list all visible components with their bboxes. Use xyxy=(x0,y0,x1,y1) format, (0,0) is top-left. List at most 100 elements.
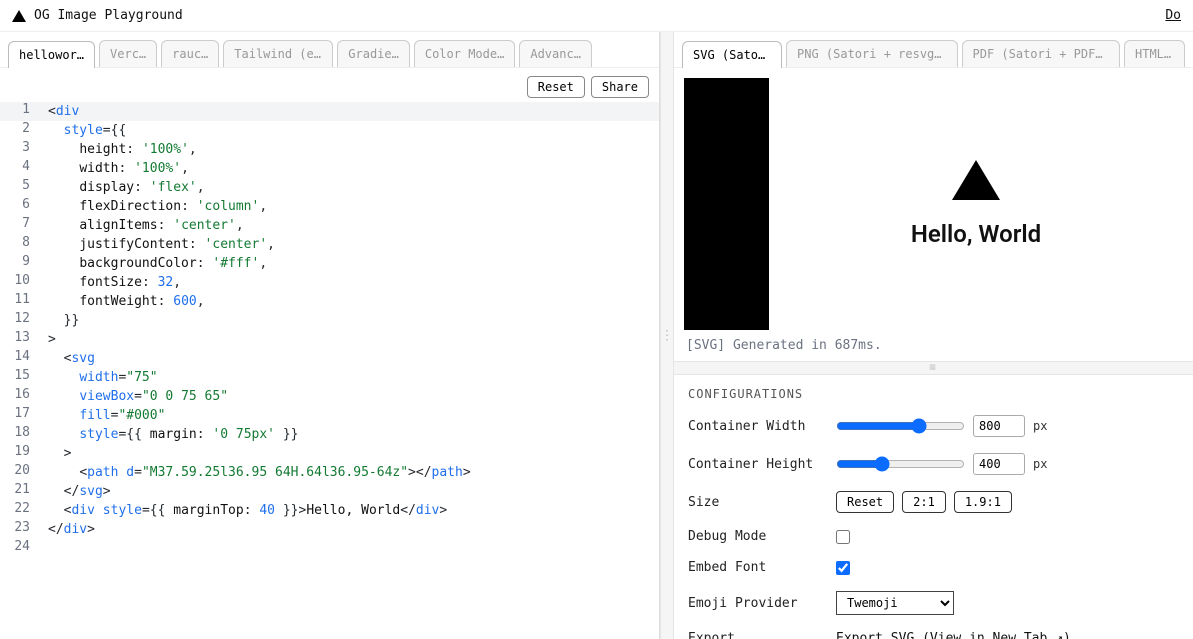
code-line[interactable]: 23</div> xyxy=(0,520,659,539)
container-width-slider[interactable] xyxy=(836,418,965,434)
code-line[interactable]: 22 <div style={{ marginTop: 40 }}>Hello,… xyxy=(0,501,659,520)
docs-link[interactable]: Do xyxy=(1165,8,1181,23)
code-content[interactable]: }} xyxy=(48,311,659,330)
embed-font-checkbox[interactable] xyxy=(836,561,850,575)
debug-mode-checkbox[interactable] xyxy=(836,530,850,544)
code-content[interactable]: backgroundColor: '#fff', xyxy=(48,254,659,273)
left-tab-1[interactable]: Verc… xyxy=(99,40,157,67)
width-unit: px xyxy=(1033,419,1047,433)
size-2-1-button[interactable]: 2:1 xyxy=(902,491,946,513)
preview-text: Hello, World xyxy=(911,220,1041,248)
line-number: 12 xyxy=(0,311,48,326)
preview-canvas: Hello, World xyxy=(769,78,1183,330)
code-line[interactable]: 12 }} xyxy=(0,311,659,330)
right-tab-3[interactable]: HTML ( xyxy=(1124,40,1185,67)
emoji-provider-select[interactable]: Twemoji xyxy=(836,591,954,615)
code-line[interactable]: 17 fill="#000" xyxy=(0,406,659,425)
code-line[interactable]: 19 > xyxy=(0,444,659,463)
line-number: 15 xyxy=(0,368,48,383)
left-tab-0[interactable]: hellowor… xyxy=(8,41,95,68)
code-content[interactable]: <path d="M37.59.25l36.95 64H.64l36.95-64… xyxy=(48,463,659,482)
left-tab-4[interactable]: Gradie… xyxy=(337,40,410,67)
left-tab-3[interactable]: Tailwind (experiment… xyxy=(223,40,333,67)
code-content[interactable]: alignItems: 'center', xyxy=(48,216,659,235)
code-content[interactable]: > xyxy=(48,330,659,349)
code-line[interactable]: 18 style={{ margin: '0 75px' }} xyxy=(0,425,659,444)
code-line[interactable]: 14 <svg xyxy=(0,349,659,368)
code-content[interactable]: justifyContent: 'center', xyxy=(48,235,659,254)
share-button[interactable]: Share xyxy=(591,76,649,98)
left-tab-6[interactable]: Advanc… xyxy=(519,40,592,67)
line-number: 13 xyxy=(0,330,48,345)
code-content[interactable]: height: '100%', xyxy=(48,140,659,159)
code-content[interactable]: fontSize: 32, xyxy=(48,273,659,292)
size-reset-button[interactable]: Reset xyxy=(836,491,894,513)
code-content[interactable]: fontWeight: 600, xyxy=(48,292,659,311)
code-line[interactable]: 24 xyxy=(0,539,659,558)
triangle-logo-icon xyxy=(12,10,26,22)
right-tab-0[interactable]: SVG (Satori) xyxy=(682,41,782,68)
right-tabs: SVG (Satori)PNG (Satori + resvg-js)PDF (… xyxy=(674,32,1193,68)
code-content[interactable]: style={{ margin: '0 75px' }} xyxy=(48,425,659,444)
line-number: 1 xyxy=(0,102,48,117)
code-line[interactable]: 5 display: 'flex', xyxy=(0,178,659,197)
code-content[interactable]: <svg xyxy=(48,349,659,368)
size-1-9-1-button[interactable]: 1.9:1 xyxy=(954,491,1012,513)
code-line[interactable]: 10 fontSize: 32, xyxy=(0,273,659,292)
preview-area: Hello, World xyxy=(684,78,1183,330)
preview-overflow-mask xyxy=(684,78,769,330)
code-content[interactable]: <div style={{ marginTop: 40 }}>Hello, Wo… xyxy=(48,501,659,520)
code-content[interactable]: viewBox="0 0 75 65" xyxy=(48,387,659,406)
left-panel: hellowor…Verc…rauc…Tailwind (experiment…… xyxy=(0,32,660,639)
horizontal-resize-handle[interactable] xyxy=(660,32,674,639)
container-width-input[interactable] xyxy=(973,415,1025,437)
vertical-resize-handle[interactable] xyxy=(674,361,1193,375)
left-tab-5[interactable]: Color Mode… xyxy=(414,40,515,67)
line-number: 22 xyxy=(0,501,48,516)
code-content[interactable]: <div xyxy=(48,102,659,121)
code-line[interactable]: 4 width: '100%', xyxy=(0,159,659,178)
code-line[interactable]: 20 <path d="M37.59.25l36.95 64H.64l36.95… xyxy=(0,463,659,482)
code-content[interactable]: flexDirection: 'column', xyxy=(48,197,659,216)
code-content[interactable]: style={{ xyxy=(48,121,659,140)
code-editor[interactable]: 1<div2 style={{3 height: '100%',4 width:… xyxy=(0,102,659,639)
line-number: 2 xyxy=(0,121,48,136)
size-label: Size xyxy=(688,495,828,510)
code-content[interactable]: </div> xyxy=(48,520,659,539)
code-content[interactable]: </svg> xyxy=(48,482,659,501)
code-line[interactable]: 9 backgroundColor: '#fff', xyxy=(0,254,659,273)
container-height-input[interactable] xyxy=(973,453,1025,475)
render-status: [SVG] Generated in 687ms. xyxy=(674,330,1193,361)
code-line[interactable]: 8 justifyContent: 'center', xyxy=(0,235,659,254)
app-title: OG Image Playground xyxy=(34,8,183,23)
code-content[interactable]: display: 'flex', xyxy=(48,178,659,197)
code-content[interactable]: width: '100%', xyxy=(48,159,659,178)
debug-mode-label: Debug Mode xyxy=(688,529,828,544)
code-line[interactable]: 1<div xyxy=(0,102,659,121)
code-content[interactable]: fill="#000" xyxy=(48,406,659,425)
line-number: 5 xyxy=(0,178,48,193)
export-svg-link[interactable]: Export SVG (View in New Tab ↗) xyxy=(836,631,1071,639)
code-line[interactable]: 15 width="75" xyxy=(0,368,659,387)
container-height-slider[interactable] xyxy=(836,456,965,472)
left-tab-2[interactable]: rauc… xyxy=(161,40,219,67)
code-line[interactable]: 3 height: '100%', xyxy=(0,140,659,159)
code-line[interactable]: 11 fontWeight: 600, xyxy=(0,292,659,311)
right-tab-1[interactable]: PNG (Satori + resvg-js) xyxy=(786,40,958,67)
code-line[interactable]: 2 style={{ xyxy=(0,121,659,140)
container-width-label: Container Width xyxy=(688,419,828,434)
right-panel: SVG (Satori)PNG (Satori + resvg-js)PDF (… xyxy=(674,32,1193,639)
right-tab-2[interactable]: PDF (Satori + PDFKit) xyxy=(962,40,1121,67)
code-line[interactable]: 7 alignItems: 'center', xyxy=(0,216,659,235)
code-content[interactable]: width="75" xyxy=(48,368,659,387)
code-line[interactable]: 16 viewBox="0 0 75 65" xyxy=(0,387,659,406)
code-content[interactable]: > xyxy=(48,444,659,463)
code-line[interactable]: 21 </svg> xyxy=(0,482,659,501)
code-line[interactable]: 13> xyxy=(0,330,659,349)
code-line[interactable]: 6 flexDirection: 'column', xyxy=(0,197,659,216)
line-number: 7 xyxy=(0,216,48,231)
line-number: 16 xyxy=(0,387,48,402)
export-label: Export xyxy=(688,631,828,639)
line-number: 17 xyxy=(0,406,48,421)
reset-button[interactable]: Reset xyxy=(527,76,585,98)
